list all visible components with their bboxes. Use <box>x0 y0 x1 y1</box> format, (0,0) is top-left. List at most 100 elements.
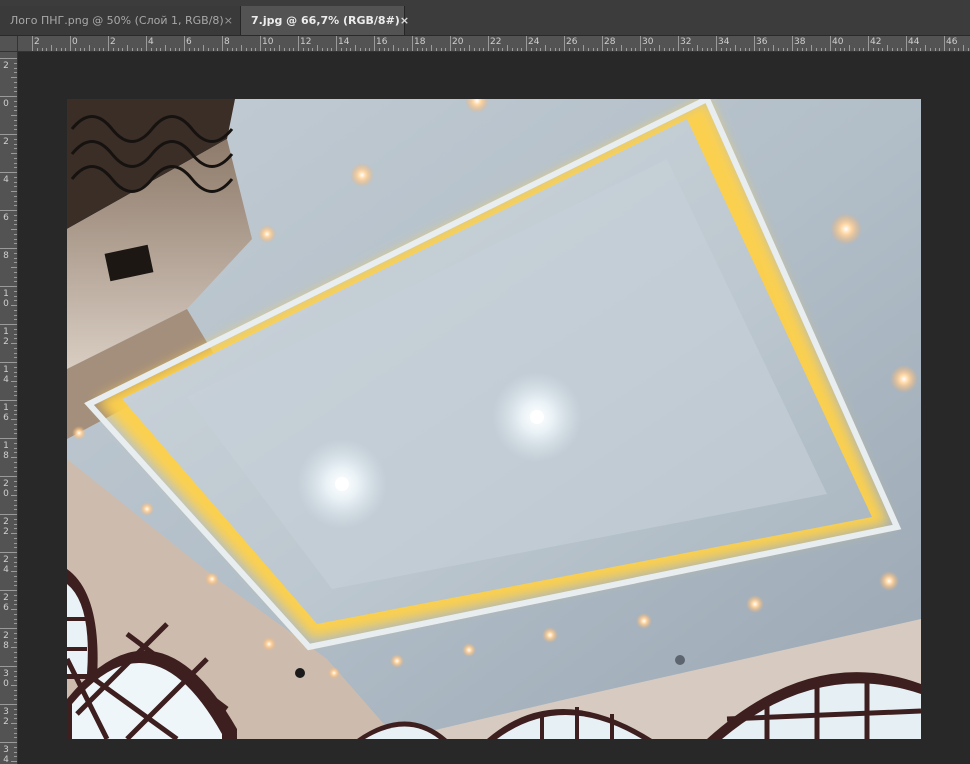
ruler-tick <box>302 48 304 51</box>
ruler-tick <box>165 45 166 51</box>
ruler-tick <box>14 746 17 748</box>
ruler-tick <box>14 708 17 710</box>
ruler-tick <box>872 48 874 51</box>
ruler-tick <box>11 685 17 686</box>
ruler-tick <box>117 48 119 51</box>
ruler-tick <box>184 36 185 51</box>
ruler-tick <box>0 628 17 629</box>
ruler-tick <box>697 45 698 51</box>
ruler-tick <box>597 48 599 51</box>
ruler-tick <box>231 48 233 51</box>
ruler-tick <box>11 229 17 230</box>
ruler-tick <box>944 36 945 51</box>
ruler-label: 46 <box>946 37 958 47</box>
ruler-tick <box>625 48 627 51</box>
ruler-tick <box>14 737 17 739</box>
ruler-tick <box>540 48 542 51</box>
ruler-tick <box>0 324 17 325</box>
ruler-tick <box>654 48 656 51</box>
ruler-label: 1 <box>3 365 9 375</box>
ruler-tick <box>14 309 17 311</box>
ruler-tick <box>14 72 17 74</box>
ruler-tick <box>14 404 17 406</box>
close-icon[interactable]: × <box>400 14 409 27</box>
ruler-tick <box>14 271 17 273</box>
ruler-tick <box>383 48 385 51</box>
ruler-tick <box>787 48 789 51</box>
ruler-label: 8 <box>3 451 9 461</box>
ruler-label: 16 <box>376 37 388 47</box>
ruler-label: 2 <box>3 337 9 347</box>
ruler-tick <box>14 176 17 178</box>
ruler-tick <box>0 286 17 287</box>
ruler-tick <box>806 48 808 51</box>
ruler-tick <box>834 48 836 51</box>
ruler-tick <box>103 48 105 51</box>
ruler-tick <box>14 200 17 202</box>
ruler-tick <box>459 48 461 51</box>
ruler-tick <box>0 666 17 667</box>
ruler-tick <box>14 162 17 164</box>
ruler-tick <box>0 590 17 591</box>
ruler-tick <box>14 542 17 544</box>
ruler-label: 32 <box>680 37 692 47</box>
ruler-tick <box>492 48 494 51</box>
ruler-tick <box>621 45 622 51</box>
ruler-label: 10 <box>262 37 274 47</box>
ruler-tick <box>14 195 17 197</box>
ruler-tick <box>264 48 266 51</box>
tab-7-jpg[interactable]: 7.jpg @ 66,7% (RGB/8#) × <box>241 6 409 35</box>
ruler-tick <box>450 36 451 51</box>
ruler-tick <box>355 45 356 51</box>
ruler-tick <box>14 751 17 753</box>
ruler-tick <box>858 48 860 51</box>
horizontal-ruler[interactable]: 2 0 2 4 6 8 10 12 14 16 18 20 22 24 26 28 30 32 34 36 38 40 42… <box>18 36 970 52</box>
ruler-tick <box>112 48 114 51</box>
ruler-tick <box>711 48 713 51</box>
close-icon[interactable]: × <box>224 14 233 27</box>
ruler-tick <box>526 36 527 51</box>
ruler-tick <box>51 45 52 51</box>
ruler-tick <box>14 585 17 587</box>
ruler-tick <box>644 48 646 51</box>
ruler-tick <box>217 48 219 51</box>
ruler-tick <box>0 210 17 211</box>
ruler-tick <box>14 528 17 530</box>
ruler-tick <box>853 48 855 51</box>
ruler-tick <box>716 36 717 51</box>
ruler-tick <box>516 48 518 51</box>
ruler-tick <box>0 476 17 477</box>
ruler-tick <box>820 48 822 51</box>
ruler-tick <box>915 48 917 51</box>
tab-logo-png[interactable]: Лого ПНГ.png @ 50% (Слой 1, RGB/8) × <box>0 6 241 35</box>
ruler-tick <box>14 642 17 644</box>
ruler-tick <box>14 651 17 653</box>
ruler-tick <box>939 48 941 51</box>
ruler-label: 4 <box>3 375 9 385</box>
ruler-tick <box>393 45 394 51</box>
ruler-tick <box>14 281 17 283</box>
ruler-tick <box>14 352 17 354</box>
ruler-tick <box>14 390 17 392</box>
ruler-tick <box>412 36 413 51</box>
ruler-tick <box>14 718 17 720</box>
ruler-tick <box>792 36 793 51</box>
ruler-tick <box>616 48 618 51</box>
vertical-ruler[interactable]: 20246810121416182022242628303234 <box>0 52 18 764</box>
ruler-tick <box>14 594 17 596</box>
ruler-tick <box>11 419 17 420</box>
ruler-tick <box>630 48 632 51</box>
ruler-tick <box>421 48 423 51</box>
ruler-tick <box>744 48 746 51</box>
ruler-tick <box>14 756 17 758</box>
document-canvas-image[interactable] <box>67 99 921 739</box>
ruler-tick <box>14 466 17 468</box>
ruler-tick <box>725 48 727 51</box>
ruler-tick <box>673 48 675 51</box>
ruler-tick <box>488 36 489 51</box>
ruler-tick <box>93 48 95 51</box>
ruler-tick <box>74 48 76 51</box>
ruler-origin-corner[interactable] <box>0 36 18 52</box>
ruler-tick <box>14 442 17 444</box>
ruler-tick <box>14 452 17 454</box>
